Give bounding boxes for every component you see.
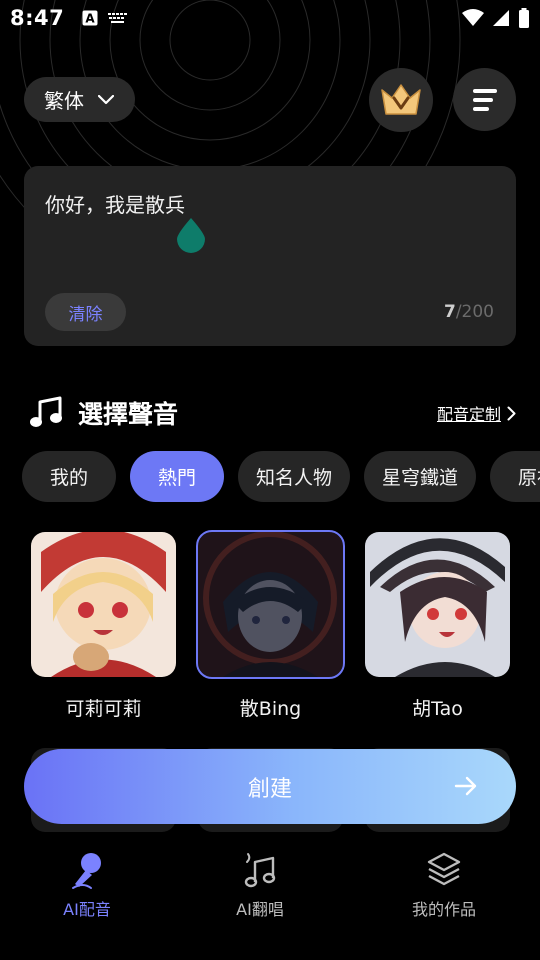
- svg-text:A: A: [86, 12, 96, 26]
- music-note-icon: [30, 396, 62, 427]
- category-chip-mine[interactable]: 我的: [22, 451, 116, 502]
- font-a-icon: A: [82, 10, 98, 26]
- category-tabs: 我的 熱門 知名人物 星穹鐵道 原神: [22, 451, 540, 503]
- voice-section-header: 選擇聲音 配音定制: [28, 394, 516, 432]
- nav-item-ai-dubbing[interactable]: AI配音: [17, 850, 157, 920]
- language-label: 繁体: [44, 89, 84, 113]
- text-input-card[interactable]: 你好，我是散兵 清除 7/200: [24, 166, 516, 346]
- character-count-current: 7: [443, 302, 456, 322]
- voice-avatar-klee: [31, 532, 176, 677]
- menu-button[interactable]: [453, 68, 516, 131]
- create-button-label: 創建: [247, 776, 292, 802]
- vip-button[interactable]: [369, 68, 433, 132]
- chevron-down-icon: [98, 94, 114, 104]
- crown-v-icon: [381, 84, 421, 115]
- nav-label: 我的作品: [411, 900, 476, 919]
- status-time: 8:47: [10, 6, 65, 30]
- character-count-max: /200: [455, 302, 494, 322]
- category-chip-star-rail[interactable]: 星穹鐵道: [364, 451, 476, 502]
- layers-icon: [427, 852, 461, 886]
- section-title: 選擇聲音: [78, 400, 179, 429]
- voice-avatar-hutao: [365, 532, 510, 677]
- voice-name: 胡Tao: [412, 698, 463, 720]
- menu-icon: [472, 88, 497, 111]
- category-chip-hot[interactable]: 熱門: [130, 451, 224, 502]
- create-button[interactable]: 創建: [24, 749, 516, 824]
- nav-label: AI翻唱: [236, 900, 284, 919]
- nav-label: AI配音: [63, 900, 111, 919]
- voice-card-scaramouche[interactable]: 散Bing: [196, 530, 345, 721]
- voice-card-klee[interactable]: 可莉可莉: [31, 532, 176, 721]
- category-chip-celebrity[interactable]: 知名人物: [238, 451, 350, 502]
- chevron-right-icon: [507, 406, 516, 420]
- voice-name: 可莉可莉: [65, 698, 142, 720]
- character-counter: 7/200: [444, 302, 494, 322]
- clear-button[interactable]: 清除: [45, 293, 126, 331]
- arrow-right-icon: [454, 776, 477, 796]
- category-chip-genshin[interactable]: 原神: [490, 451, 540, 502]
- status-bar: 8:47 A: [0, 0, 540, 36]
- voice-list: 可莉可莉 散Bing 胡Tao: [31, 530, 511, 721]
- bottom-nav: AI配音 AI翻唱 我的作品: [0, 836, 540, 960]
- voice-customize-link[interactable]: 配音定制: [437, 401, 516, 425]
- language-selector[interactable]: 繁体: [24, 77, 135, 122]
- wifi-icon: [462, 9, 484, 26]
- keyboard-icon: [108, 13, 128, 23]
- water-drop-icon: [177, 218, 205, 253]
- music-note-icon: [244, 853, 276, 888]
- microphone-icon: [72, 853, 101, 889]
- voice-name: 散Bing: [239, 698, 302, 720]
- voice-card-hutao[interactable]: 胡Tao: [365, 532, 510, 721]
- text-input-content[interactable]: 你好，我是散兵: [45, 189, 185, 218]
- voice-avatar-scaramouche: [196, 530, 345, 679]
- battery-icon: [519, 8, 529, 28]
- nav-item-ai-cover[interactable]: AI翻唱: [190, 850, 330, 920]
- voice-customize-label: 配音定制: [436, 405, 501, 424]
- nav-item-my-works[interactable]: 我的作品: [374, 850, 514, 920]
- signal-icon: [493, 10, 509, 26]
